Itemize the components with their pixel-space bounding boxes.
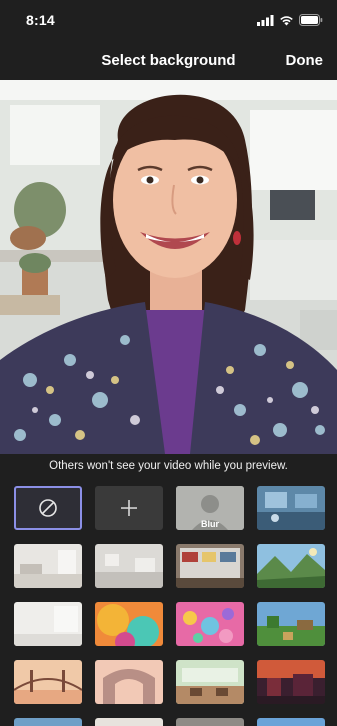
plus-icon xyxy=(121,500,137,516)
done-button[interactable]: Done xyxy=(286,52,324,69)
blur-label: Blur xyxy=(201,519,219,529)
background-tile-mountains[interactable] xyxy=(257,544,325,588)
background-tile-row5-1[interactable] xyxy=(14,718,82,726)
background-tile-green-office[interactable] xyxy=(176,660,244,704)
preview-notice: Others won't see your video while you pr… xyxy=(49,460,288,472)
background-tile-row5-2[interactable] xyxy=(95,718,163,726)
background-tile-arch[interactable] xyxy=(95,660,163,704)
add-background-tile[interactable] xyxy=(95,486,163,530)
background-tile-sunset-game[interactable] xyxy=(257,660,325,704)
background-tile-balloons-orange[interactable] xyxy=(95,602,163,646)
background-grid: Blur xyxy=(0,486,337,726)
background-tile-light-room[interactable] xyxy=(14,602,82,646)
background-tile-blocks-world[interactable] xyxy=(257,602,325,646)
signal-icon xyxy=(257,14,274,26)
battery-icon xyxy=(299,14,323,26)
status-time: 8:14 xyxy=(26,12,55,28)
background-tile-row5-3[interactable] xyxy=(176,718,244,726)
background-tile-row5-4[interactable] xyxy=(257,718,325,726)
background-tile-bridge[interactable] xyxy=(14,660,82,704)
background-tile-office-blue[interactable] xyxy=(257,486,325,530)
wifi-icon xyxy=(280,15,293,25)
preview-image xyxy=(0,80,337,454)
header: Select background Done xyxy=(0,40,337,80)
no-background-icon xyxy=(39,499,57,517)
camera-preview xyxy=(0,80,337,454)
background-none-tile[interactable] xyxy=(14,486,82,530)
background-tile-gallery[interactable] xyxy=(95,544,163,588)
background-tile-white-room[interactable] xyxy=(14,544,82,588)
background-blur-tile[interactable]: Blur xyxy=(176,486,244,530)
status-icons xyxy=(257,14,323,26)
background-tile-bubbles-pink[interactable] xyxy=(176,602,244,646)
background-tile-shelves[interactable] xyxy=(176,544,244,588)
status-bar: 8:14 xyxy=(0,0,337,40)
